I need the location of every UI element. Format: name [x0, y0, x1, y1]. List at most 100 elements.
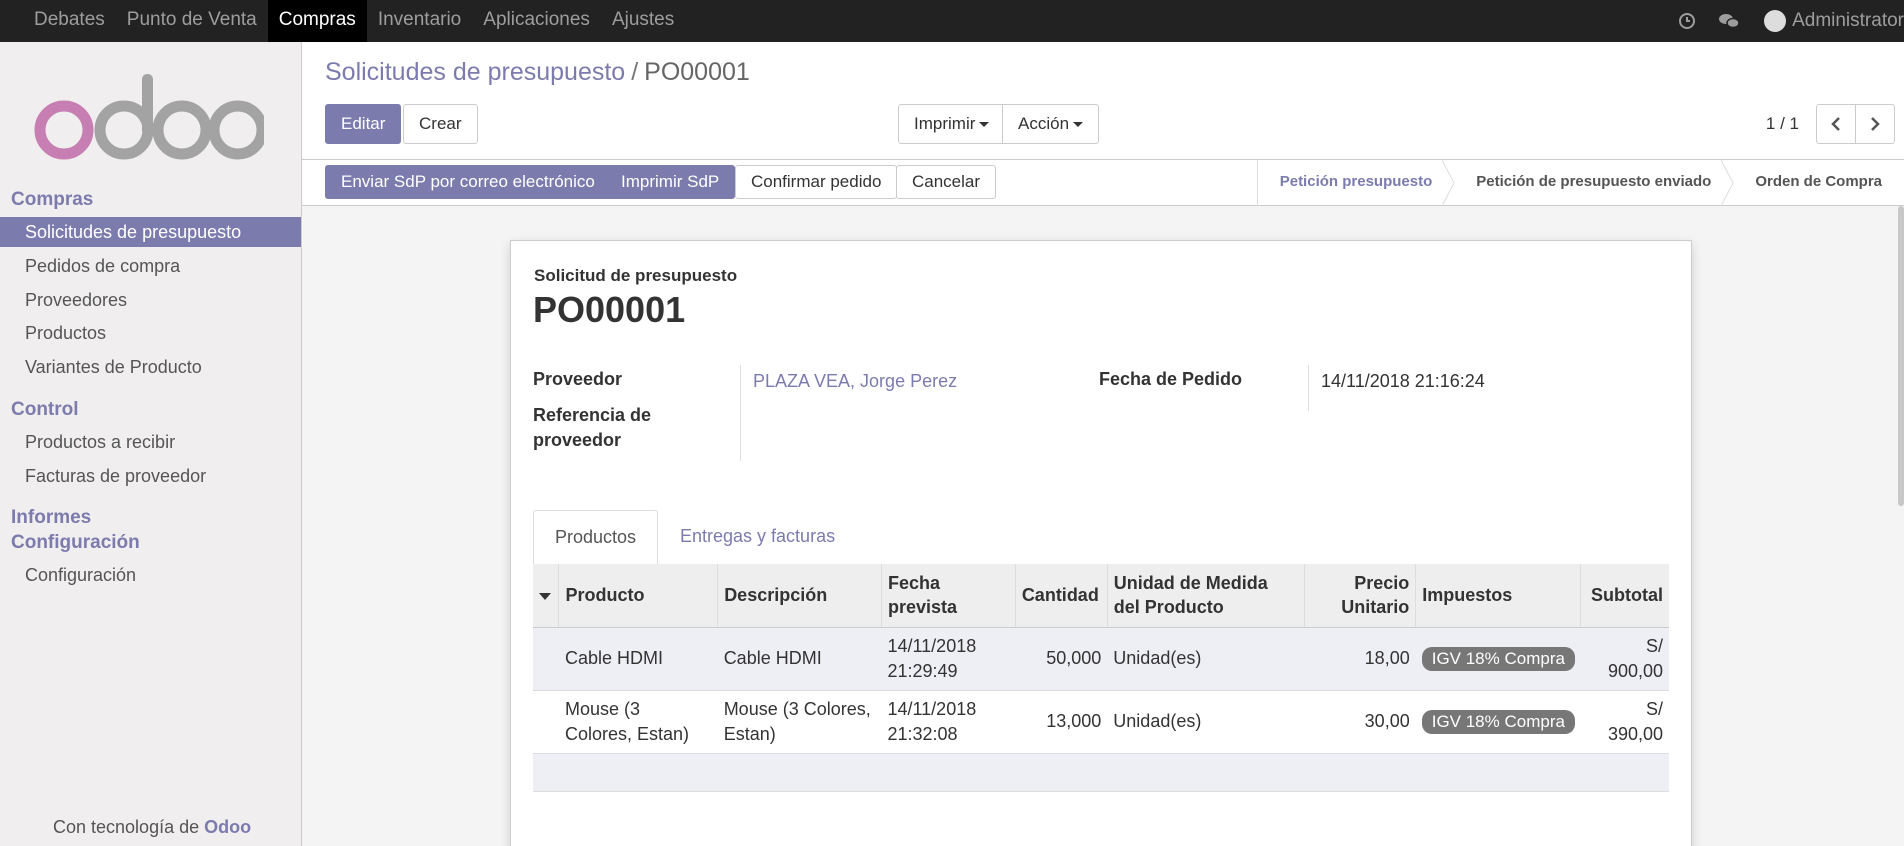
- cell-product[interactable]: Mouse (3 Colores, Estan): [558, 690, 718, 754]
- column-header-subtotal[interactable]: Subtotal: [1580, 564, 1669, 628]
- breadcrumb-parent-link[interactable]: Solicitudes de presupuesto: [325, 58, 625, 86]
- status-step-orden-compra[interactable]: Orden de Compra: [1733, 160, 1904, 206]
- tab-entregas-facturas[interactable]: Entregas y facturas: [659, 510, 856, 565]
- add-line-cell[interactable]: [533, 753, 1669, 792]
- status-steps: Petición presupuesto Petición de presupu…: [1256, 160, 1904, 206]
- menu-ajustes[interactable]: Ajustes: [601, 0, 685, 42]
- tax-tag: IGV 18% Compra: [1421, 710, 1575, 734]
- odoo-logo[interactable]: [34, 72, 268, 162]
- cell-date[interactable]: 14/11/2018 21:32:08: [881, 690, 1016, 754]
- edit-button[interactable]: Editar: [325, 104, 402, 144]
- user-menu[interactable]: Administrator: [1792, 10, 1904, 32]
- menu-debates[interactable]: Debates: [23, 0, 116, 42]
- table-row[interactable]: Mouse (3 Colores, Estan) Mouse (3 Colores…: [533, 690, 1669, 754]
- cell-line: 21:32:08: [887, 723, 958, 744]
- column-header-impuestos[interactable]: Impuestos: [1415, 564, 1581, 628]
- caret-down-icon: [539, 593, 551, 600]
- sidebar-item-proveedores[interactable]: Proveedores: [0, 285, 301, 315]
- cell-taxes[interactable]: IGV 18% Compra: [1415, 690, 1581, 754]
- status-step-label: Orden de Compra: [1755, 173, 1882, 190]
- chevron-right-icon: [1871, 117, 1880, 131]
- header-line: Precio: [1354, 573, 1410, 594]
- sidebar-item-pedidos[interactable]: Pedidos de compra: [0, 251, 301, 281]
- add-line-row[interactable]: [533, 753, 1669, 792]
- sidebar-item-configuracion[interactable]: Configuración: [0, 560, 301, 590]
- vendor-reference-label-line1: Referencia de: [533, 405, 652, 425]
- column-header-cantidad[interactable]: Cantidad: [1014, 564, 1108, 628]
- chevron-left-icon: [1831, 117, 1840, 131]
- header-line: Unitario: [1341, 597, 1410, 618]
- field-divider: [740, 365, 741, 461]
- menu-aplicaciones[interactable]: Aplicaciones: [472, 0, 601, 42]
- caret-down-icon: [1073, 122, 1084, 128]
- menu-inventario[interactable]: Inventario: [367, 0, 472, 42]
- sidebar: Compras Solicitudes de presupuesto Pedid…: [0, 42, 302, 846]
- vendor-reference-label-line2: proveedor: [533, 430, 622, 450]
- powered-by-odoo-link[interactable]: Odoo: [204, 817, 251, 837]
- send-rfq-email-button[interactable]: Enviar SdP por correo electrónico: [325, 165, 611, 199]
- status-step-presupuesto-enviado[interactable]: Petición de presupuesto enviado: [1454, 160, 1734, 206]
- sidebar-section-informes[interactable]: Informes: [11, 507, 91, 529]
- column-header-fecha-prevista[interactable]: Fecha prevista: [880, 564, 1016, 628]
- action-dropdown[interactable]: Acción: [1002, 104, 1100, 144]
- avatar[interactable]: [1764, 10, 1787, 32]
- column-header-precio-unitario[interactable]: Precio Unitario: [1304, 564, 1416, 628]
- form-view: Solicitud de presupuesto PO00001 Proveed…: [302, 206, 1904, 846]
- pager-value[interactable]: 1 / 1: [1766, 114, 1799, 134]
- pager-next-button[interactable]: [1855, 104, 1895, 144]
- cell-line: Colores, Estan): [564, 723, 690, 744]
- document-name: PO00001: [533, 289, 686, 330]
- cell-product[interactable]: Cable HDMI: [558, 627, 718, 691]
- tab-productos[interactable]: Productos: [533, 510, 659, 566]
- column-header-descripcion[interactable]: Descripción: [717, 564, 882, 628]
- menu-compras[interactable]: Compras: [267, 0, 367, 42]
- print-rfq-button[interactable]: Imprimir SdP: [605, 165, 736, 199]
- app-menu: Debates Punto de Venta Compras Inventari…: [0, 0, 685, 42]
- sidebar-item-facturas-proveedor[interactable]: Facturas de proveedor: [0, 461, 301, 491]
- sidebar-item-productos-recibir[interactable]: Productos a recibir: [0, 427, 301, 457]
- order-date-label: Fecha de Pedido: [1099, 369, 1243, 389]
- sidebar-item-variantes[interactable]: Variantes de Producto: [0, 352, 301, 382]
- cell-taxes[interactable]: IGV 18% Compra: [1415, 627, 1581, 691]
- cell-uom[interactable]: Unidad(es): [1107, 627, 1305, 691]
- chat-icon[interactable]: [1718, 10, 1740, 32]
- vendor-label: Proveedor: [533, 369, 623, 389]
- order-lines-table: Producto Descripción Fecha prevista Canti…: [533, 564, 1669, 792]
- vendor-reference-label: Referencia de proveedor: [533, 403, 651, 453]
- cell-date[interactable]: 14/11/2018 21:29:49: [881, 627, 1016, 691]
- cell-quantity[interactable]: 13,000: [1015, 690, 1108, 754]
- status-step-peticion-presupuesto[interactable]: Petición presupuesto: [1258, 160, 1455, 206]
- column-header-unidad-medida[interactable]: Unidad de Medida del Producto: [1106, 564, 1305, 628]
- create-button[interactable]: Crear: [403, 104, 478, 144]
- menu-punto-de-venta[interactable]: Punto de Venta: [116, 0, 268, 42]
- print-dropdown[interactable]: Imprimir: [898, 104, 1006, 144]
- page-scrollbar[interactable]: [1898, 206, 1904, 506]
- form-sheet: Solicitud de presupuesto PO00001 Proveed…: [510, 240, 1692, 846]
- sidebar-item-productos[interactable]: Productos: [0, 318, 301, 348]
- pager-previous-button[interactable]: [1816, 104, 1856, 144]
- cell-uom[interactable]: Unidad(es): [1107, 690, 1305, 754]
- breadcrumb-separator: /: [631, 58, 639, 86]
- column-header-producto[interactable]: Producto: [558, 564, 718, 628]
- cell-quantity[interactable]: 50,000: [1015, 627, 1108, 691]
- cell-price[interactable]: 30,00: [1304, 690, 1416, 754]
- table-row[interactable]: Cable HDMI Cable HDMI 14/11/2018 21:29:49…: [533, 627, 1669, 691]
- document-type-label: Solicitud de presupuesto: [534, 266, 738, 285]
- sidebar-item-solicitudes[interactable]: Solicitudes de presupuesto: [0, 217, 301, 247]
- cell-description[interactable]: Cable HDMI: [717, 627, 882, 691]
- vendor-field[interactable]: PLAZA VEA, Jorge Perez: [753, 371, 957, 392]
- cell-description[interactable]: Mouse (3 Colores, Estan): [717, 690, 882, 754]
- order-date-field[interactable]: 14/11/2018 21:16:24: [1321, 371, 1485, 392]
- header-line: del Producto: [1113, 597, 1224, 618]
- sort-toggle[interactable]: [533, 564, 559, 628]
- cell-subtotal: S/ 900,00: [1580, 627, 1669, 691]
- cell-price[interactable]: 18,00: [1304, 627, 1416, 691]
- sidebar-section-configuracion[interactable]: Configuración: [11, 532, 140, 554]
- cancel-button[interactable]: Cancelar: [896, 165, 997, 199]
- confirm-order-button[interactable]: Confirmar pedido: [735, 165, 898, 199]
- top-navbar: Debates Punto de Venta Compras Inventari…: [0, 0, 1904, 42]
- clock-icon[interactable]: [1676, 10, 1698, 32]
- control-panel: Solicitudes de presupuesto / PO00001 Edita…: [302, 42, 1904, 160]
- sidebar-section-compras[interactable]: Compras: [11, 189, 93, 211]
- sidebar-section-control[interactable]: Control: [11, 399, 79, 421]
